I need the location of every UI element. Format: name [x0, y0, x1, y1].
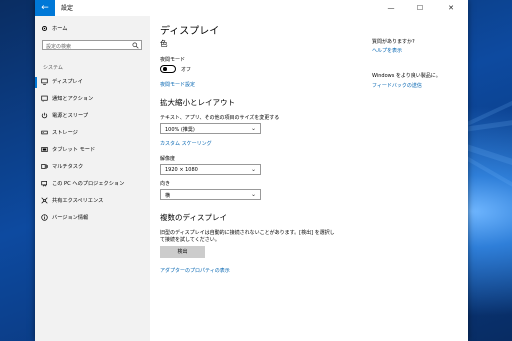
notification-icon: [41, 95, 48, 102]
scale-value: 100% (推奨): [165, 127, 195, 133]
sidebar-home[interactable]: ホーム: [41, 25, 67, 32]
sidebar-item-notifications[interactable]: 通知とアクション: [41, 95, 93, 102]
search-placeholder: 設定の検索: [46, 44, 72, 50]
help-link[interactable]: ヘルプを表示: [372, 47, 402, 54]
page-title: ディスプレイ: [160, 26, 220, 37]
color-heading: 色: [160, 39, 168, 48]
night-mode-settings-link[interactable]: 夜間モード設定: [160, 81, 195, 88]
sidebar-item-about[interactable]: バージョン情報: [41, 214, 88, 221]
minimize-button[interactable]: —: [380, 0, 402, 16]
custom-scaling-link[interactable]: カスタム スケーリング: [160, 140, 212, 147]
adapter-properties-link[interactable]: アダプターのプロパティの表示: [160, 267, 230, 274]
sidebar-item-power[interactable]: 電源とスリープ: [41, 112, 88, 119]
sidebar-item-label: マルチタスク: [52, 164, 84, 170]
tablet-icon: [41, 147, 48, 152]
sidebar-item-storage[interactable]: ストレージ: [41, 129, 78, 136]
resolution-dropdown[interactable]: 1920 × 1080 ⌄: [160, 164, 261, 175]
toggle-state: オフ: [181, 67, 192, 73]
multi-display-desc-line1: 旧型のディスプレイは自動的に接続されないことがあります。[検出] を選択し: [160, 230, 335, 236]
main-content: ディスプレイ 色 夜間モード オフ 夜間モード設定 拡大縮小とレイアウト テキス…: [150, 16, 468, 341]
toggle-knob: [163, 67, 167, 71]
sidebar-item-display[interactable]: ディスプレイ: [41, 78, 83, 85]
multi-display-heading: 複数のディスプレイ: [160, 213, 227, 222]
multi-display-desc-line2: て接続を試してください。: [160, 237, 220, 243]
improve-text: Windows をより良い製品に。: [372, 73, 441, 79]
night-mode-label: 夜間モード: [160, 57, 186, 63]
storage-icon: [41, 130, 48, 135]
night-mode-toggle[interactable]: [160, 65, 176, 73]
sidebar-home-label: ホーム: [52, 26, 68, 32]
info-icon: [41, 214, 48, 221]
chevron-down-icon: ⌄: [250, 125, 256, 132]
sidebar-item-tablet[interactable]: タブレット モード: [41, 146, 95, 153]
multitask-icon: [41, 164, 48, 169]
power-icon: [41, 112, 48, 119]
sidebar: ホーム 設定の検索 システム ディスプレイ 通知とアクション 電源とスリープ ス…: [35, 16, 150, 341]
sidebar-item-label: タブレット モード: [52, 147, 96, 153]
sidebar-section-label: システム: [43, 65, 63, 71]
close-button[interactable]: ✕: [440, 0, 462, 16]
sidebar-item-label: ストレージ: [52, 130, 78, 136]
sidebar-item-label: 通知とアクション: [52, 96, 94, 102]
chevron-down-icon: ⌄: [250, 166, 256, 173]
title-bar: ← 設定 — ☐ ✕: [35, 0, 468, 16]
scale-description: テキスト、アプリ、その他の項目のサイズを変更する: [160, 115, 280, 121]
sidebar-item-shared[interactable]: 共有エクスペリエンス: [41, 197, 103, 204]
sidebar-item-label: この PC へのプロジェクション: [52, 181, 125, 187]
scale-heading: 拡大縮小とレイアウト: [160, 98, 235, 107]
help-question: 質問がありますか?: [372, 39, 415, 45]
back-button[interactable]: ←: [35, 0, 55, 16]
orientation-dropdown[interactable]: 横 ⌄: [160, 189, 261, 200]
sidebar-item-label: バージョン情報: [52, 215, 89, 221]
resolution-label: 解像度: [160, 156, 176, 162]
window-title: 設定: [61, 5, 74, 12]
detect-button[interactable]: 検出: [160, 246, 205, 258]
sidebar-item-label: 共有エクスペリエンス: [52, 198, 104, 204]
sidebar-item-label: ディスプレイ: [52, 79, 83, 85]
gear-icon: [41, 25, 48, 32]
sidebar-item-projection[interactable]: この PC へのプロジェクション: [41, 180, 124, 187]
search-icon: [132, 42, 139, 49]
sidebar-item-multitask[interactable]: マルチタスク: [41, 163, 83, 170]
feedback-link[interactable]: フィードバックの送信: [372, 82, 422, 89]
scale-dropdown[interactable]: 100% (推奨) ⌄: [160, 123, 261, 134]
projection-icon: [41, 181, 47, 187]
settings-window: ← 設定 — ☐ ✕ ホーム 設定の検索 システム ディスプレイ 通知とアクショ…: [35, 0, 468, 341]
shared-icon: [41, 197, 48, 204]
maximize-button[interactable]: ☐: [409, 0, 431, 16]
sidebar-item-label: 電源とスリープ: [52, 113, 89, 119]
search-input[interactable]: 設定の検索: [42, 40, 142, 50]
chevron-down-icon: ⌄: [250, 191, 256, 198]
orientation-value: 横: [165, 193, 171, 199]
resolution-value: 1920 × 1080: [165, 167, 198, 173]
active-indicator: [35, 77, 37, 88]
orientation-label: 向き: [160, 181, 171, 187]
display-icon: [41, 78, 48, 85]
